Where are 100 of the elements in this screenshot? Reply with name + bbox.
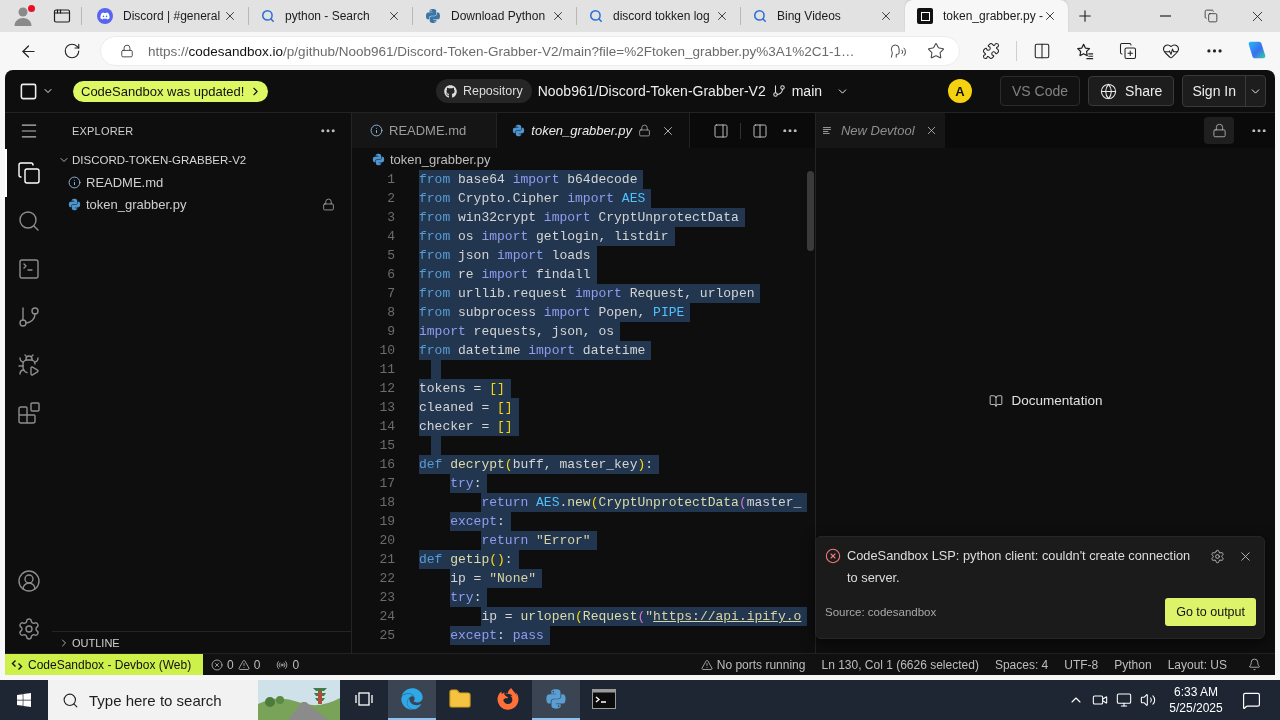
editor-tab[interactable]: README.md [352,113,498,148]
browser-tab[interactable]: Bing Videos [741,0,904,32]
account-icon [16,569,41,593]
heart-pulse-icon [1162,42,1180,60]
github-logo-icon [443,84,457,98]
line-number: 16 [378,456,396,474]
status-item[interactable]: Spaces: 4 [994,654,1049,675]
line-number: 15 [378,437,396,455]
browser-tab[interactable]: python - Search [249,0,412,32]
status-item[interactable]: No ports running [700,654,806,675]
line-number: 1 [386,171,396,189]
status-item[interactable]: Python [1114,654,1152,675]
refresh-icon [63,42,81,60]
taskbar-search-box[interactable]: Type here to search [48,680,340,720]
book-icon [988,393,1003,408]
taskbar-search-field[interactable]: Type here to search [89,688,248,712]
line-number: 7 [386,285,396,303]
close-icon [879,9,893,23]
update-notice-button[interactable]: CodeSandbox was updated! [73,80,269,102]
user-avatar[interactable]: A [948,79,972,103]
breadcrumb-item[interactable]: token_grabber.py [390,151,491,167]
address-field[interactable]: https://codesandbox.io/p/github/Noob961/Discord-Token-Grabber-V2/main?file=%2Ftoken_grabber.py%3A1%2C1-1… [100,36,960,66]
copy-plus-icon [1119,42,1137,60]
browser-tab[interactable]: Download Python [413,0,576,32]
branch-icon [16,305,41,329]
line-number: 18 [378,494,396,512]
taskbar-app-button[interactable] [532,680,580,720]
line-number: 20 [378,532,396,550]
line-number: 17 [378,475,396,493]
settings-icon [1209,548,1225,564]
sign-in-button[interactable]: Sign In [1183,76,1245,106]
columns-icon [752,122,768,139]
globe-icon [1100,82,1118,100]
panel-title: EXPLORER [72,125,134,137]
branch-selector[interactable]: main [791,83,850,99]
file-item[interactable]: README.md [52,171,351,193]
line-number: 6 [386,266,396,284]
close-icon [1043,9,1057,23]
window-icon [53,7,71,25]
settings-icon [16,617,41,641]
notification-source: Source: codesandbox [825,606,937,618]
windows-logo-icon [16,692,32,708]
go-to-output-button[interactable]: Go to output [1165,598,1256,626]
repository-button[interactable]: Repository [435,79,532,103]
remote-arrows-icon [11,658,23,671]
line-number: 14 [378,418,396,436]
monitor-icon [1116,692,1132,708]
search-icon [753,9,767,23]
edge-logo-icon [401,688,423,710]
folder-icon [448,687,472,711]
browser-tab[interactable]: Discord | #general [85,0,248,32]
notification-message: CodeSandbox LSP: python client: couldn't create connection to server. [847,547,1192,587]
info-icon [68,175,81,189]
lines-icon [823,125,831,136]
line-number: 2 [386,190,396,208]
lock-button[interactable] [1204,117,1234,144]
message-icon [1241,690,1261,710]
warning-icon [700,658,713,671]
branch-icon [771,84,786,98]
plus-icon [1076,7,1094,25]
discord-logo-icon [97,8,113,24]
taskbar-app-button[interactable] [388,680,436,720]
devtool-tab[interactable]: New Devtool [816,113,945,148]
folder-item[interactable]: DISCORD-TOKEN-GRABBER-V2 [52,149,351,171]
puzzle-icon [982,42,1000,60]
line-number: 25 [378,627,396,645]
documentation-link[interactable]: Documentation [988,393,1103,408]
close-icon [715,9,729,23]
error-icon [825,548,841,564]
repository-name: Noob961/Discord-Token-Grabber-V2 [537,83,766,99]
split-panel-icon [1033,42,1051,60]
search-icon [261,9,275,23]
editor-tab[interactable]: token_grabber.py [497,113,690,148]
python-logo-icon [425,8,441,24]
share-button[interactable]: Share [1088,76,1175,106]
lock-icon [1211,123,1227,138]
problems-button[interactable]: 0 0 [211,654,261,675]
python-logo-icon [68,197,81,211]
file-item[interactable]: token_grabber.py [52,193,351,215]
search-icon [62,691,79,709]
info-icon [370,124,383,137]
ports-button[interactable]: 0 [276,654,300,675]
search-icon [589,9,603,23]
clock-button[interactable]: 6:33 AM 5/25/2025 [1160,680,1232,720]
read-aloud-icon [889,42,907,60]
line-number: 12 [378,380,396,398]
bell-icon [1247,658,1261,671]
status-item[interactable]: Layout: US [1167,654,1227,675]
profile-icon [12,4,36,28]
status-item[interactable]: Ln 130, Col 1 (6626 selected) [821,654,979,675]
minus-icon [1159,15,1171,17]
scrollbar-thumb[interactable] [807,171,814,251]
square-icon [19,81,38,101]
terminal-icon [16,257,41,281]
warning-icon [237,658,250,671]
status-item[interactable]: UTF-8 [1064,654,1099,675]
close-icon [223,9,237,23]
browser-tab[interactable]: token_grabber.py - [905,0,1068,32]
remote-indicator-button[interactable]: CodeSandbox - Devbox (Web) [5,654,203,675]
browser-tab[interactable]: discord tokken log [577,0,740,32]
